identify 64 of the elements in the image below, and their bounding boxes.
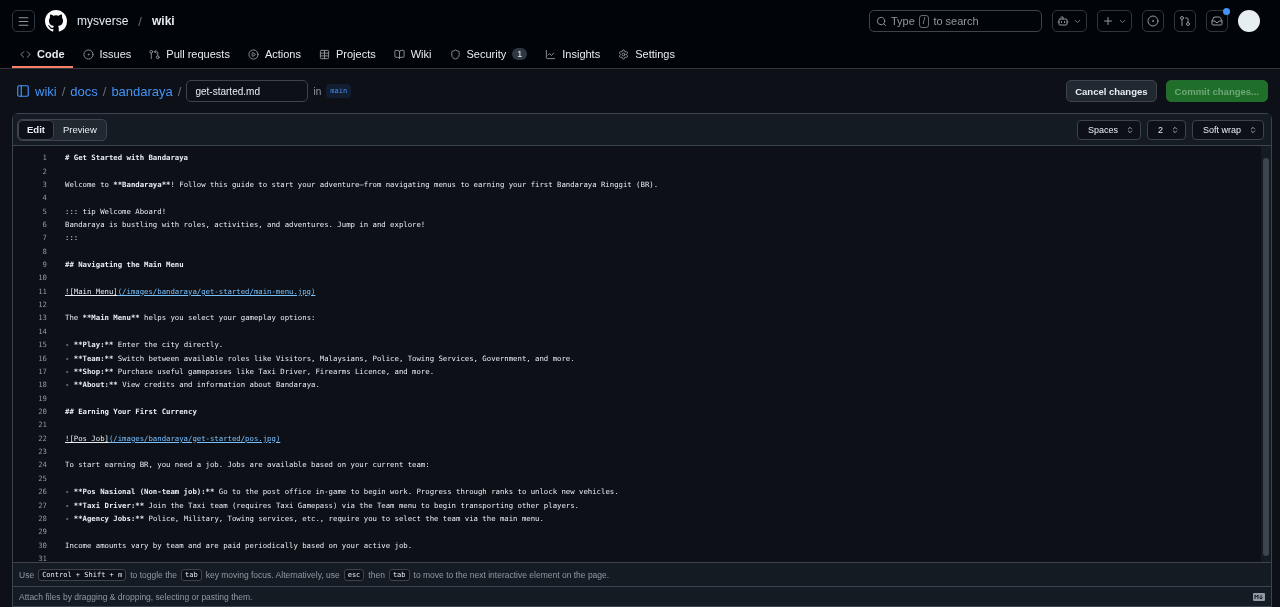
help-text: key moving focus. Alternatively, use — [205, 569, 340, 580]
settings-icon — [618, 48, 630, 60]
inbox-button[interactable] — [1206, 10, 1228, 32]
path-separator: / — [61, 83, 66, 99]
owner-link[interactable]: mysverse — [77, 14, 129, 28]
repo-tab[interactable]: Settings — [610, 42, 683, 68]
help-text: then — [368, 569, 385, 580]
setting-select[interactable]: Soft wrap — [1191, 119, 1264, 140]
breadcrumb-link[interactable]: bandaraya — [111, 83, 173, 99]
shield-icon — [449, 48, 461, 60]
circle-dot-icon — [1147, 15, 1159, 27]
sort-arrows-icon — [1170, 125, 1179, 134]
inbox-icon — [1211, 15, 1223, 27]
menu-icon — [17, 14, 30, 28]
repo-tab[interactable]: Insights — [537, 42, 609, 68]
octocat-logo[interactable] — [45, 10, 67, 32]
robot-icon — [1057, 15, 1069, 27]
file-tree-icon[interactable] — [16, 84, 30, 98]
play-icon — [247, 48, 259, 60]
markdown-icon — [1253, 592, 1265, 601]
attach-hint: Attach files by dragging & dropping, selecting or pasting them. — [19, 591, 253, 602]
create-button[interactable] — [1097, 10, 1132, 32]
repo-link[interactable]: wiki — [151, 14, 175, 28]
scrollbar[interactable] — [1261, 146, 1271, 562]
setting-select[interactable]: Spaces — [1076, 119, 1141, 140]
book-icon — [393, 48, 405, 60]
repo-tab[interactable]: Actions — [239, 42, 309, 68]
sort-arrows-icon — [1249, 125, 1257, 134]
repo-tab[interactable]: Pull requests — [141, 42, 238, 68]
help-text: Use — [19, 569, 35, 580]
in-label: in — [313, 85, 322, 97]
breadcrumb-link[interactable]: docs — [70, 83, 98, 99]
path-separator: / — [138, 13, 142, 29]
repo-tab[interactable]: Code — [12, 42, 73, 68]
help-text: to toggle the — [130, 569, 177, 580]
table-icon — [318, 48, 330, 60]
avatar[interactable] — [1238, 10, 1260, 32]
help-text: to move to the next interactive element on the page. — [413, 569, 610, 580]
filename-field[interactable]: get-started.md — [186, 80, 309, 102]
menu-button[interactable] — [12, 10, 35, 32]
repo-tab[interactable]: Issues — [74, 42, 140, 68]
setting-select[interactable]: 2 — [1146, 119, 1186, 140]
copilot-button[interactable] — [1052, 10, 1087, 32]
editor-tab[interactable]: Preview — [53, 119, 106, 140]
plus-icon — [1102, 15, 1114, 27]
issues-button[interactable] — [1142, 10, 1164, 32]
path-separator: / — [177, 83, 182, 99]
search-field[interactable]: Type / to search — [869, 10, 1042, 32]
pull-requests-button[interactable] — [1174, 10, 1196, 32]
breadcrumb-link[interactable]: wiki — [35, 83, 57, 99]
pull-request-icon — [149, 48, 161, 60]
search-icon — [876, 15, 887, 27]
circle-dot-icon — [82, 48, 94, 60]
cancel-button[interactable]: Cancel changes — [1066, 80, 1157, 102]
repo-tab[interactable]: Security 1 — [441, 42, 536, 68]
path-separator: / — [102, 83, 107, 99]
repo-tab[interactable]: Wiki — [385, 42, 440, 68]
sort-arrows-icon — [1125, 125, 1134, 134]
graph-icon — [545, 48, 557, 60]
pull-request-icon — [1179, 15, 1191, 27]
scrollbar-thumb[interactable] — [1263, 158, 1269, 556]
editor-tab[interactable]: Edit — [18, 119, 54, 140]
code-icon — [20, 48, 31, 60]
repo-tab[interactable]: Projects — [310, 42, 384, 68]
